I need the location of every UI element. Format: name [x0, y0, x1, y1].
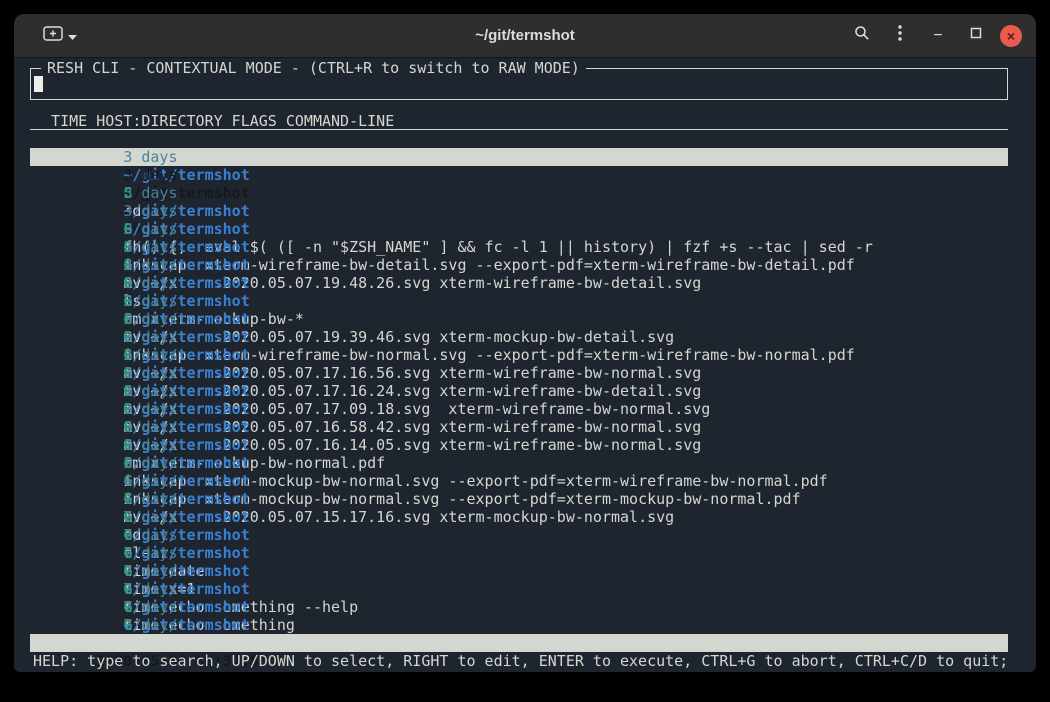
row-time: 3 days	[123, 220, 186, 238]
row-time: 3 days	[123, 292, 186, 310]
row-time: 7 days	[123, 544, 186, 562]
row-time: 3 days	[123, 418, 186, 436]
row-time: 3 days	[123, 274, 186, 292]
status-bar: 2020-05-08 00:34:56 tower:~/git/termshot…	[30, 634, 1008, 652]
search-box-title: RESH CLI - CONTEXTUAL MODE - (CTRL+R to …	[41, 59, 586, 77]
row-time: 3 days	[123, 454, 186, 472]
row-time: 3 days	[123, 166, 186, 184]
close-icon: ×	[1007, 29, 1015, 43]
minimize-icon: −	[933, 27, 942, 45]
row-time: 3 days	[123, 184, 186, 202]
menu-button[interactable]	[886, 22, 914, 50]
titlebar: ~/git/termshot −	[14, 14, 1036, 58]
terminal-window: ~/git/termshot −	[14, 14, 1036, 672]
text-cursor	[34, 76, 43, 92]
row-time: 7 days	[123, 490, 186, 508]
row-time: 7 days	[123, 508, 186, 526]
titlebar-right-controls: − ×	[848, 22, 1022, 50]
titlebar-left-controls	[38, 22, 82, 50]
row-time: 7 days	[123, 562, 186, 580]
new-tab-button[interactable]	[38, 22, 82, 50]
terminal-content[interactable]: RESH CLI - CONTEXTUAL MODE - (CTRL+R to …	[14, 58, 1036, 672]
restore-icon	[969, 26, 983, 45]
row-time: 3 days	[123, 346, 186, 364]
row-time: 7 days	[123, 598, 186, 616]
row-time: 7 days	[123, 616, 186, 634]
history-header: TIME HOST:DIRECTORY FLAGS COMMAND-LINE	[30, 112, 1008, 130]
help-line: HELP: type to search, UP/DOWN to select,…	[30, 652, 1008, 670]
row-time: 3 days	[123, 238, 186, 256]
history-list: 3 days ~/git/termshot G cd 3 days ~/git/…	[30, 130, 1008, 634]
search-icon	[854, 25, 870, 46]
row-time: 7 days	[123, 580, 186, 598]
chevron-down-icon	[68, 27, 77, 45]
row-time: 3 days	[123, 148, 186, 166]
row-time: 3 days	[123, 382, 186, 400]
minimize-button[interactable]: −	[924, 22, 952, 50]
search-button[interactable]	[848, 22, 876, 50]
row-time: 7 days	[123, 526, 186, 544]
row-time: 3 days	[123, 256, 186, 274]
status-host: tower:~/git/termshot	[141, 670, 322, 672]
new-tab-icon	[43, 26, 63, 46]
restore-button[interactable]	[962, 22, 990, 50]
row-time: 3 days	[123, 400, 186, 418]
row-time: 6 days	[123, 472, 186, 490]
row-time: 3 days	[123, 436, 186, 454]
row-time: 3 days	[123, 202, 186, 220]
kebab-menu-icon	[898, 25, 902, 46]
row-time: 3 days	[123, 310, 186, 328]
close-button[interactable]: ×	[1000, 25, 1022, 47]
row-time: 3 days	[123, 364, 186, 382]
row-time: 3 days	[123, 328, 186, 346]
history-row[interactable]: 3 days ~/git/termshot G cd	[30, 130, 1008, 148]
search-input[interactable]: RESH CLI - CONTEXTUAL MODE - (CTRL+R to …	[30, 68, 1008, 100]
